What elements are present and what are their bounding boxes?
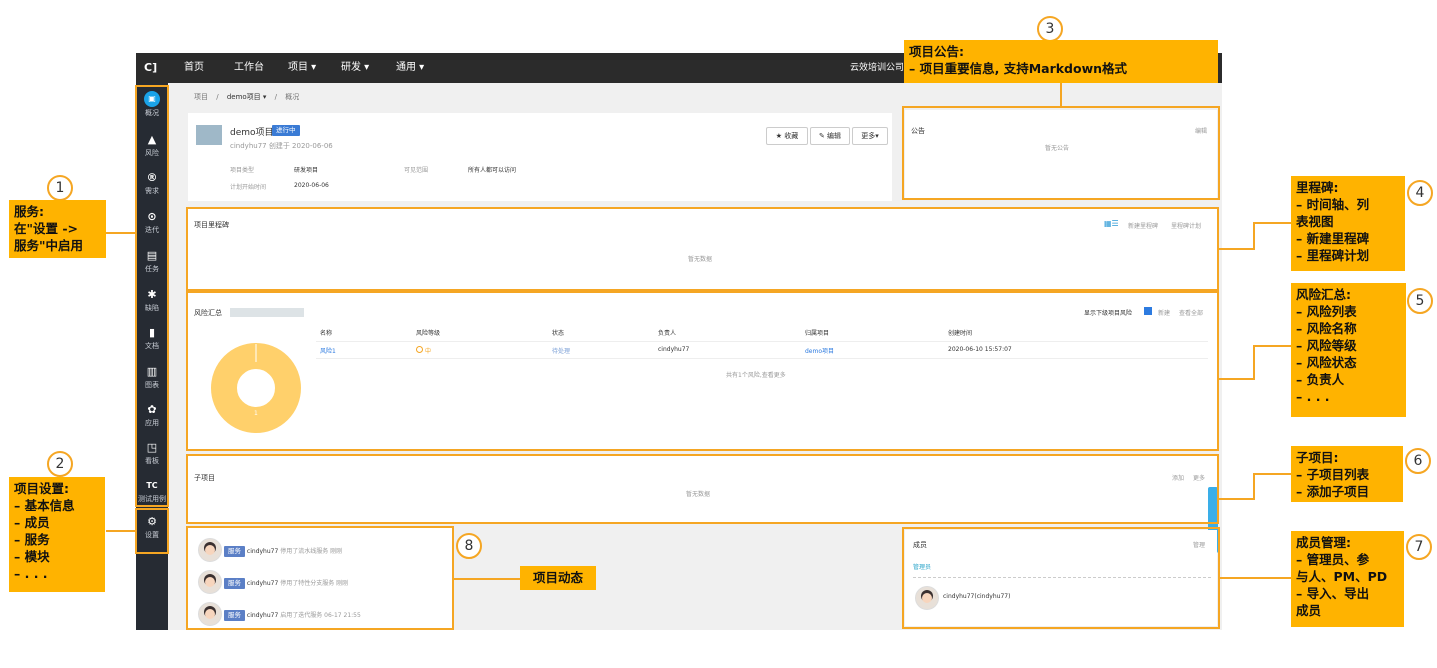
nav-home[interactable]: 首页 — [184, 53, 204, 83]
callout-line: – 服务 — [14, 532, 50, 547]
callout-services: 服务: 在"设置 -> 服务"中启用 — [9, 200, 106, 258]
callout-activity: 项目动态 — [520, 566, 596, 590]
marker-8: 8 — [456, 533, 482, 559]
callout-line: 子项目: — [1296, 450, 1339, 465]
project-name: demo项目 — [230, 128, 274, 138]
callout-line: – 添加子项目 — [1296, 484, 1370, 499]
nav-general[interactable]: 通用 ▾ — [396, 53, 424, 83]
highlight-risk — [186, 291, 1219, 451]
connector-4a — [1219, 248, 1255, 250]
callout-line: – 新建里程碑 — [1296, 231, 1370, 246]
marker-6: 6 — [1405, 448, 1431, 474]
marker-4: 4 — [1407, 180, 1433, 206]
callout-line: 项目设置: — [14, 481, 69, 496]
more-button[interactable]: 更多▾ — [852, 127, 888, 145]
highlight-activity — [186, 526, 454, 630]
callout-line: – 风险名称 — [1296, 321, 1357, 336]
callout-risk: 风险汇总: – 风险列表 – 风险名称 – 风险等级 – 风险状态 – 负责人 … — [1291, 283, 1406, 417]
callout-members: 成员管理: – 管理员、参 与人、PM、PD – 导入、导出 成员 — [1291, 531, 1404, 627]
org-name[interactable]: 云效培训公司 — [850, 53, 904, 83]
connector-8 — [454, 578, 520, 580]
project-logo — [196, 125, 222, 145]
project-card: demo项目 进行中 cindyhu77 创建于 2020-06-06 项目类型… — [188, 113, 892, 201]
callout-line: – 风险状态 — [1296, 355, 1357, 370]
callout-line: 在"设置 -> — [14, 221, 79, 236]
start-label: 计划开始时间 — [230, 184, 267, 191]
callout-line: 项目公告: — [909, 44, 964, 59]
callout-line: 风险汇总: — [1296, 287, 1351, 302]
connector-2 — [106, 530, 136, 532]
highlight-milestone — [186, 207, 1219, 291]
marker-5: 5 — [1407, 288, 1433, 314]
callout-line: – 导入、导出 — [1296, 586, 1370, 601]
callout-milestone: 里程碑: – 时间轴、列 表视图 – 新建里程碑 – 里程碑计划 — [1291, 176, 1405, 271]
connector-5b — [1253, 345, 1255, 380]
marker-1: 1 — [47, 175, 73, 201]
callout-line: 与人、PM、PD — [1296, 569, 1388, 584]
nav-dev[interactable]: 研发 ▾ — [341, 53, 369, 83]
callout-line: – 管理员、参 — [1296, 552, 1370, 567]
type-value: 研发项目 — [294, 167, 319, 174]
connector-7 — [1219, 577, 1291, 579]
callout-line: 成员管理: — [1296, 535, 1351, 550]
marker-2: 2 — [47, 451, 73, 477]
type-label: 项目类型 — [230, 167, 255, 174]
marker-3: 3 — [1037, 16, 1063, 42]
marker-7: 7 — [1406, 534, 1432, 560]
nav-workbench[interactable]: 工作台 — [234, 53, 264, 83]
favorite-button[interactable]: ★ 收藏 — [766, 127, 808, 145]
callout-line: – 时间轴、列 — [1296, 197, 1370, 212]
callout-line: 服务: — [14, 204, 44, 219]
callout-announcement: 项目公告: – 项目重要信息, 支持Markdown格式 — [904, 40, 1218, 83]
edit-button[interactable]: ✎ 编辑 — [810, 127, 850, 145]
status-badge: 进行中 — [272, 125, 300, 136]
visibility-label: 可见范围 — [404, 167, 429, 174]
callout-line: 项目动态 — [532, 570, 583, 585]
callout-project-settings: 项目设置: – 基本信息 – 成员 – 服务 – 模块 – . . . — [9, 477, 105, 592]
callout-line: – 成员 — [14, 515, 50, 530]
callout-line: – 里程碑计划 — [1296, 248, 1370, 263]
breadcrumb-page: 概况 — [285, 93, 300, 101]
logo[interactable]: C] — [144, 53, 157, 83]
callout-line: – 负责人 — [1296, 372, 1345, 387]
connector-4b — [1253, 222, 1255, 250]
breadcrumb-project[interactable]: demo项目 ▾ — [227, 93, 267, 101]
callout-line: 里程碑: — [1296, 180, 1339, 195]
connector-6b — [1253, 473, 1255, 500]
connector-6a — [1219, 498, 1255, 500]
highlight-subproject — [186, 454, 1219, 524]
highlight-settings — [135, 508, 169, 554]
connector-1 — [106, 232, 136, 234]
connector-6c — [1253, 473, 1291, 475]
callout-line: – 项目重要信息, 支持Markdown格式 — [909, 61, 1128, 76]
visibility-value: 所有人都可以访问 — [468, 167, 517, 174]
breadcrumb-root[interactable]: 项目 — [194, 93, 208, 101]
callout-line: – 风险等级 — [1296, 338, 1357, 353]
connector-5c — [1253, 345, 1291, 347]
breadcrumb: 项目 / demo项目 ▾ / 概况 — [194, 93, 300, 101]
callout-line: – . . . — [14, 566, 48, 581]
start-value: 2020-06-06 — [294, 182, 329, 189]
callout-line: – 风险列表 — [1296, 304, 1357, 319]
nav-project[interactable]: 项目 ▾ — [288, 53, 316, 83]
callout-line: 成员 — [1296, 603, 1322, 618]
callout-line: – 模块 — [14, 549, 50, 564]
connector-3 — [1060, 82, 1062, 108]
highlight-announcement — [902, 106, 1220, 200]
callout-line: – 子项目列表 — [1296, 467, 1370, 482]
callout-line: – . . . — [1296, 389, 1330, 404]
callout-line: 表视图 — [1296, 214, 1334, 229]
highlight-sidebar-services — [135, 85, 169, 507]
callout-line: 服务"中启用 — [14, 238, 84, 253]
callout-line: – 基本信息 — [14, 498, 75, 513]
project-creator: cindyhu77 创建于 2020-06-06 — [230, 142, 333, 150]
connector-4c — [1253, 222, 1291, 224]
connector-5a — [1219, 378, 1255, 380]
highlight-members — [902, 527, 1220, 629]
callout-subproject: 子项目: – 子项目列表 – 添加子项目 — [1291, 446, 1403, 502]
